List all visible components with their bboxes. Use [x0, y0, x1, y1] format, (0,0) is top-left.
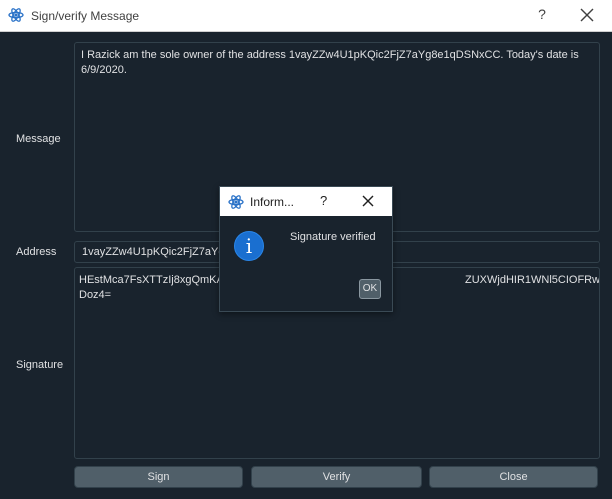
sign-button[interactable]: Sign	[74, 466, 243, 488]
dialog-message: Signature verified	[290, 231, 376, 243]
signature-text-end: ZUXWjdHIR1WNl5CIOFRwzaTDvpWJ2x/	[465, 274, 600, 286]
dialog-title: Inform...	[250, 195, 295, 209]
dialog-close-icon[interactable]	[360, 193, 376, 209]
signature-label: Signature	[16, 359, 64, 371]
signature-text-line2: Doz4=	[79, 289, 112, 301]
message-text: I Razick am the sole owner of the addres…	[81, 49, 579, 76]
window-titlebar: Sign/verify Message ?	[0, 0, 612, 32]
dialog-titlebar: Inform... ?	[220, 187, 392, 216]
info-glyph: i	[245, 234, 253, 258]
close-icon[interactable]	[578, 6, 596, 24]
help-button[interactable]: ?	[534, 6, 550, 24]
verify-button[interactable]: Verify	[251, 466, 422, 488]
ok-button[interactable]: OK	[359, 279, 381, 299]
electrum-atom-icon	[8, 8, 24, 22]
address-label: Address	[16, 246, 57, 258]
message-label: Message	[16, 133, 61, 145]
information-dialog: Inform... ? i Signature verified OK	[219, 186, 393, 312]
address-text: 1vayZZw4U1pKQic2FjZ7aYg8	[82, 246, 231, 258]
info-icon: i	[234, 231, 264, 261]
window-title: Sign/verify Message	[31, 9, 140, 23]
dialog-help-button[interactable]: ?	[320, 193, 327, 208]
signature-text-start: HEstMca7FsXTTzIj8xgQmKA2	[79, 274, 230, 286]
electrum-atom-icon	[228, 195, 244, 209]
close-button[interactable]: Close	[429, 466, 598, 488]
